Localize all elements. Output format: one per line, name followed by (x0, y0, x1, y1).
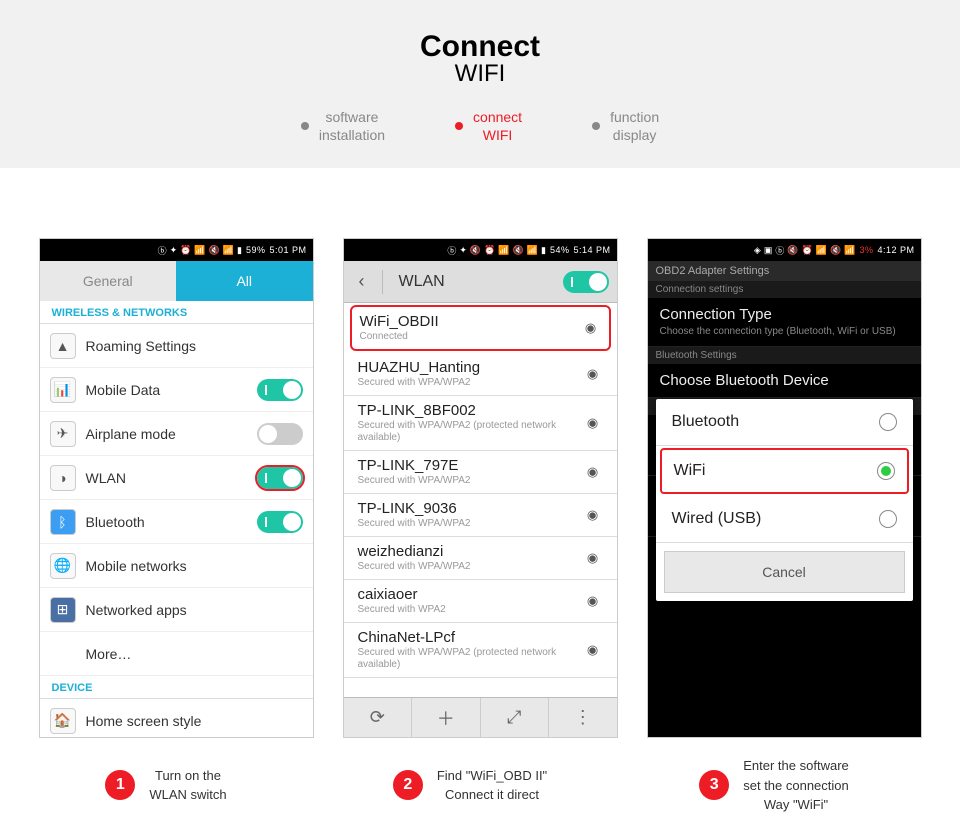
radio-icon (879, 413, 897, 431)
subheader-connection: Connection settings (648, 281, 921, 298)
status-bar: ⓑ✦⏰📶🔇📶▮ 59% 5:01 PM (40, 239, 313, 261)
nav-function[interactable]: functiondisplay (592, 108, 659, 144)
mobile-data-icon: 📊 (50, 377, 76, 403)
row-wlan[interactable]: ◑WLAN (40, 456, 313, 500)
choose-bt-device-row[interactable]: Choose Bluetooth Device (648, 364, 921, 398)
page-header: Connect WIFI softwareinstallation connec… (0, 0, 960, 168)
back-icon[interactable]: ‹ (352, 271, 372, 292)
step-1: 1 Turn on the WLAN switch (105, 760, 246, 810)
wlan-icon: ◑ (50, 465, 76, 491)
wifi-icon: ◉ (583, 415, 603, 431)
step-text-3: Enter the software set the connection Wa… (743, 756, 869, 815)
status-bar: ◈▣ⓑ🔇⏰📶🔇📶 3% 4:12 PM (648, 239, 921, 261)
network-row[interactable]: TP-LINK_9036Secured with WPA/WPA2◉ (344, 494, 617, 537)
wifi-icon: ◉ (583, 366, 603, 382)
toggle-bluetooth[interactable] (257, 511, 303, 533)
phone-settings: ⓑ✦⏰📶🔇📶▮ 59% 5:01 PM General All WIRELESS… (39, 238, 314, 738)
wifi-icon: ◉ (581, 320, 601, 336)
step-3: 3 Enter the software set the connection … (699, 760, 869, 810)
dot-icon (592, 122, 600, 130)
wlan-title: WLAN (393, 273, 553, 291)
phone-row: ⓑ✦⏰📶🔇📶▮ 59% 5:01 PM General All WIRELESS… (0, 168, 960, 840)
option-wired[interactable]: Wired (USB) (656, 496, 913, 543)
wifi-icon: ◉ (583, 593, 603, 609)
network-wifi-obdii[interactable]: WiFi_OBDIIConnected◉ (350, 305, 611, 351)
phone-wlan-list: ⓑ✦🔇⏰📶🔇📶▮ 54% 5:14 PM ‹ WLAN WiFi_OBDIICo… (343, 238, 618, 738)
network-row[interactable]: ChinaNet-LPcfSecured with WPA/WPA2 (prot… (344, 623, 617, 678)
cancel-button[interactable]: Cancel (664, 551, 905, 593)
title-line2: WIFI (0, 60, 960, 88)
row-home-style[interactable]: 🏠Home screen style (40, 699, 313, 738)
bluetooth-icon: ᛒ (50, 509, 76, 535)
step-text-1: Turn on the WLAN switch (149, 766, 246, 805)
wlan-header: ‹ WLAN (344, 261, 617, 303)
title-line1: Connect (0, 30, 960, 64)
tab-general[interactable]: General (40, 261, 177, 301)
wifi-icon: ◉ (583, 550, 603, 566)
app-header: OBD2 Adapter Settings (648, 261, 921, 281)
network-row[interactable]: TP-LINK_8BF002Secured with WPA/WPA2 (pro… (344, 396, 617, 451)
toggle-wlan-master[interactable] (563, 271, 609, 293)
row-mobile-data[interactable]: 📊Mobile Data (40, 368, 313, 412)
status-bar: ⓑ✦🔇⏰📶🔇📶▮ 54% 5:14 PM (344, 239, 617, 261)
connection-type-dialog: Bluetooth WiFi Wired (USB) Cancel (656, 399, 913, 601)
nav-software[interactable]: softwareinstallation (301, 108, 385, 144)
phone-obd-settings: ◈▣ⓑ🔇⏰📶🔇📶 3% 4:12 PM OBD2 Adapter Setting… (647, 238, 922, 738)
nav-connect-wifi[interactable]: connectWIFI (455, 108, 522, 144)
step-2: 2 Find "WiFi_OBD II" Connect it direct (393, 760, 567, 810)
connection-type-row[interactable]: Connection Type Choose the connection ty… (648, 298, 921, 347)
refresh-icon[interactable]: ⟳ (344, 698, 413, 737)
bottom-bar: ⟳ ＋ ⤢ ⋮ (344, 697, 617, 737)
wifi-icon: ◉ (583, 642, 603, 658)
radio-icon (879, 510, 897, 528)
row-bluetooth[interactable]: ᛒBluetooth (40, 500, 313, 544)
option-bluetooth[interactable]: Bluetooth (656, 399, 913, 446)
settings-tabs: General All (40, 261, 313, 301)
radio-icon (877, 462, 895, 480)
networks-icon: 🌐 (50, 553, 76, 579)
wps-icon[interactable]: ⤢ (481, 698, 550, 737)
step-badge-1: 1 (105, 770, 135, 800)
step-nav: softwareinstallation connectWIFI functio… (0, 108, 960, 144)
section-device: DEVICE (40, 676, 313, 699)
add-icon[interactable]: ＋ (412, 698, 481, 737)
network-row[interactable]: caixiaoerSecured with WPA2◉ (344, 580, 617, 623)
toggle-wlan[interactable] (257, 467, 303, 489)
row-mobile-networks[interactable]: 🌐Mobile networks (40, 544, 313, 588)
dot-icon (301, 122, 309, 130)
row-airplane[interactable]: ✈Airplane mode (40, 412, 313, 456)
row-networked-apps[interactable]: ⊞Networked apps (40, 588, 313, 632)
dot-icon (455, 122, 463, 130)
step-badge-2: 2 (393, 770, 423, 800)
home-icon: 🏠 (50, 708, 76, 734)
toggle-mobile-data[interactable] (257, 379, 303, 401)
step-text-2: Find "WiFi_OBD II" Connect it direct (437, 766, 567, 805)
airplane-icon: ✈ (50, 421, 76, 447)
toggle-airplane[interactable] (257, 423, 303, 445)
roaming-icon: ▲ (50, 333, 76, 359)
menu-icon[interactable]: ⋮ (549, 698, 617, 737)
network-row[interactable]: weizhedianziSecured with WPA/WPA2◉ (344, 537, 617, 580)
wifi-icon: ◉ (583, 464, 603, 480)
network-row[interactable]: HUAZHU_HantingSecured with WPA/WPA2◉ (344, 353, 617, 396)
wifi-icon: ◉ (583, 507, 603, 523)
apps-icon: ⊞ (50, 597, 76, 623)
step-badge-3: 3 (699, 770, 729, 800)
option-wifi[interactable]: WiFi (660, 448, 909, 494)
network-row[interactable]: TP-LINK_797ESecured with WPA/WPA2◉ (344, 451, 617, 494)
tab-all[interactable]: All (176, 261, 313, 301)
row-more[interactable]: More… (40, 632, 313, 676)
bluetooth-settings-header: Bluetooth Settings (648, 347, 921, 364)
row-roaming[interactable]: ▲Roaming Settings (40, 324, 313, 368)
section-wireless: WIRELESS & NETWORKS (40, 301, 313, 324)
